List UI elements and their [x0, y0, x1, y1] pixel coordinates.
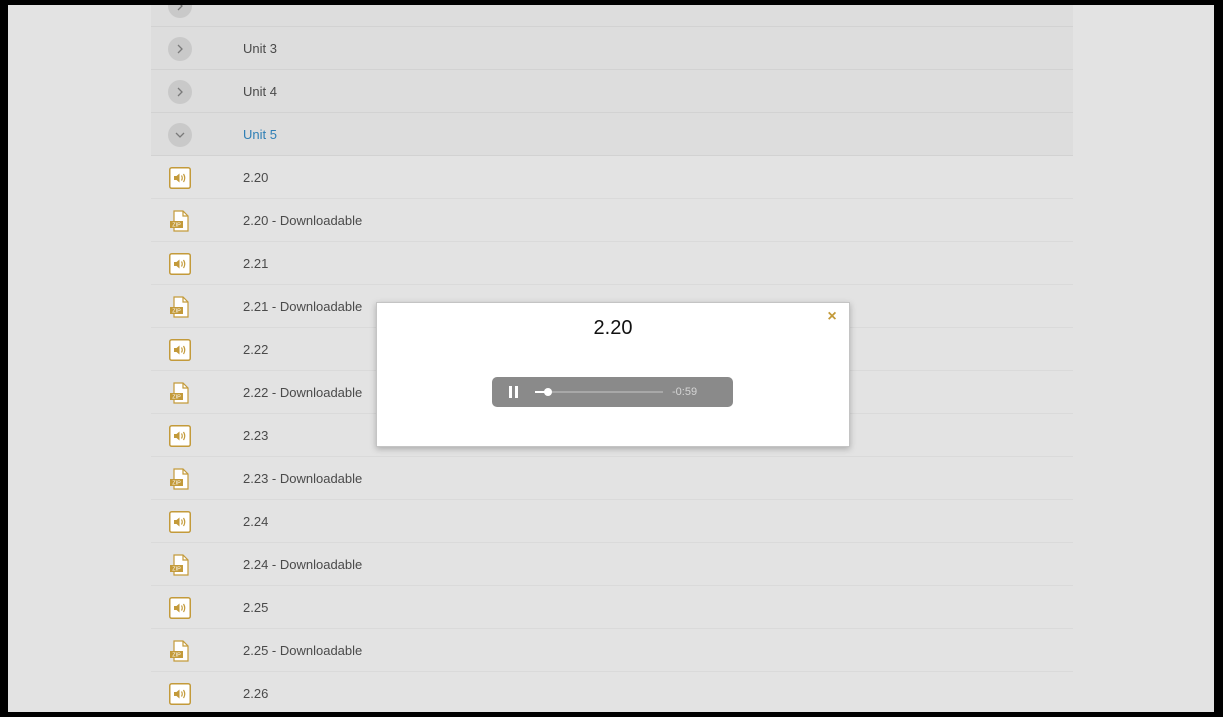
resource-label[interactable]: 2.26: [243, 672, 268, 712]
audio-icon[interactable]: [169, 597, 191, 619]
unit-label[interactable]: Unit 3: [243, 27, 277, 70]
zip-file-icon[interactable]: ZIP: [169, 640, 191, 662]
svg-text:ZIP: ZIP: [172, 223, 181, 229]
audio-icon[interactable]: [169, 339, 191, 361]
resource-label[interactable]: 2.23: [243, 414, 268, 457]
zip-file-icon[interactable]: ZIP: [169, 382, 191, 404]
resource-label[interactable]: 2.20 - Downloadable: [243, 199, 362, 242]
resource-row[interactable]: ZIP 2.25 - Downloadable: [151, 629, 1073, 672]
resource-label[interactable]: 2.21 - Downloadable: [243, 285, 362, 328]
resource-row[interactable]: ZIP 2.23 - Downloadable: [151, 457, 1073, 500]
chevron-right-icon[interactable]: [168, 5, 192, 18]
zip-file-icon[interactable]: ZIP: [169, 296, 191, 318]
chevron-right-icon[interactable]: [168, 37, 192, 61]
chevron-down-icon[interactable]: [168, 123, 192, 147]
svg-text:ZIP: ZIP: [172, 567, 181, 573]
progress-track[interactable]: [535, 388, 663, 396]
resource-label[interactable]: 2.22 - Downloadable: [243, 371, 362, 414]
time-remaining: -0:59: [672, 386, 698, 398]
page-viewport: Unit 3 Unit 4 Unit 5 2.20 ZIP 2.20 - Downl…: [8, 5, 1214, 712]
resource-row[interactable]: ZIP 2.24 - Downloadable: [151, 543, 1073, 586]
audio-icon[interactable]: [169, 683, 191, 705]
resource-label[interactable]: 2.20: [243, 156, 268, 199]
resource-row[interactable]: 2.24: [151, 500, 1073, 543]
resource-row[interactable]: ZIP 2.20 - Downloadable: [151, 199, 1073, 242]
zip-file-icon[interactable]: ZIP: [169, 554, 191, 576]
resource-label[interactable]: 2.23 - Downloadable: [243, 457, 362, 500]
unit-row-expanded[interactable]: Unit 5: [151, 113, 1073, 156]
svg-text:ZIP: ZIP: [172, 653, 181, 659]
resource-label[interactable]: 2.24 - Downloadable: [243, 543, 362, 586]
audio-player-modal: 2.20 × -0:59: [376, 302, 850, 447]
unit-row-partial[interactable]: [151, 5, 1073, 27]
resource-label[interactable]: 2.25: [243, 586, 268, 629]
zip-file-icon[interactable]: ZIP: [169, 468, 191, 490]
audio-icon[interactable]: [169, 253, 191, 275]
resource-row[interactable]: 2.21: [151, 242, 1073, 285]
svg-text:ZIP: ZIP: [172, 481, 181, 487]
resource-row[interactable]: 2.26: [151, 672, 1073, 712]
svg-text:ZIP: ZIP: [172, 395, 181, 401]
audio-icon[interactable]: [169, 167, 191, 189]
unit-label[interactable]: Unit 5: [243, 113, 277, 156]
audio-icon[interactable]: [169, 511, 191, 533]
resource-row[interactable]: 2.20: [151, 156, 1073, 199]
unit-row[interactable]: Unit 3: [151, 27, 1073, 70]
audio-icon[interactable]: [169, 425, 191, 447]
pause-icon[interactable]: [509, 386, 519, 398]
zip-file-icon[interactable]: ZIP: [169, 210, 191, 232]
close-icon[interactable]: ×: [824, 309, 840, 325]
resource-label[interactable]: 2.22: [243, 328, 268, 371]
resource-label[interactable]: 2.21: [243, 242, 268, 285]
resource-label[interactable]: 2.24: [243, 500, 268, 543]
modal-title: 2.20: [593, 317, 633, 339]
audio-player: -0:59: [492, 377, 733, 407]
svg-text:ZIP: ZIP: [172, 309, 181, 315]
resource-row[interactable]: 2.25: [151, 586, 1073, 629]
unit-row[interactable]: Unit 4: [151, 70, 1073, 113]
chevron-right-icon[interactable]: [168, 80, 192, 104]
resource-label[interactable]: 2.25 - Downloadable: [243, 629, 362, 672]
progress-handle[interactable]: [543, 388, 552, 396]
unit-label[interactable]: Unit 4: [243, 70, 277, 113]
